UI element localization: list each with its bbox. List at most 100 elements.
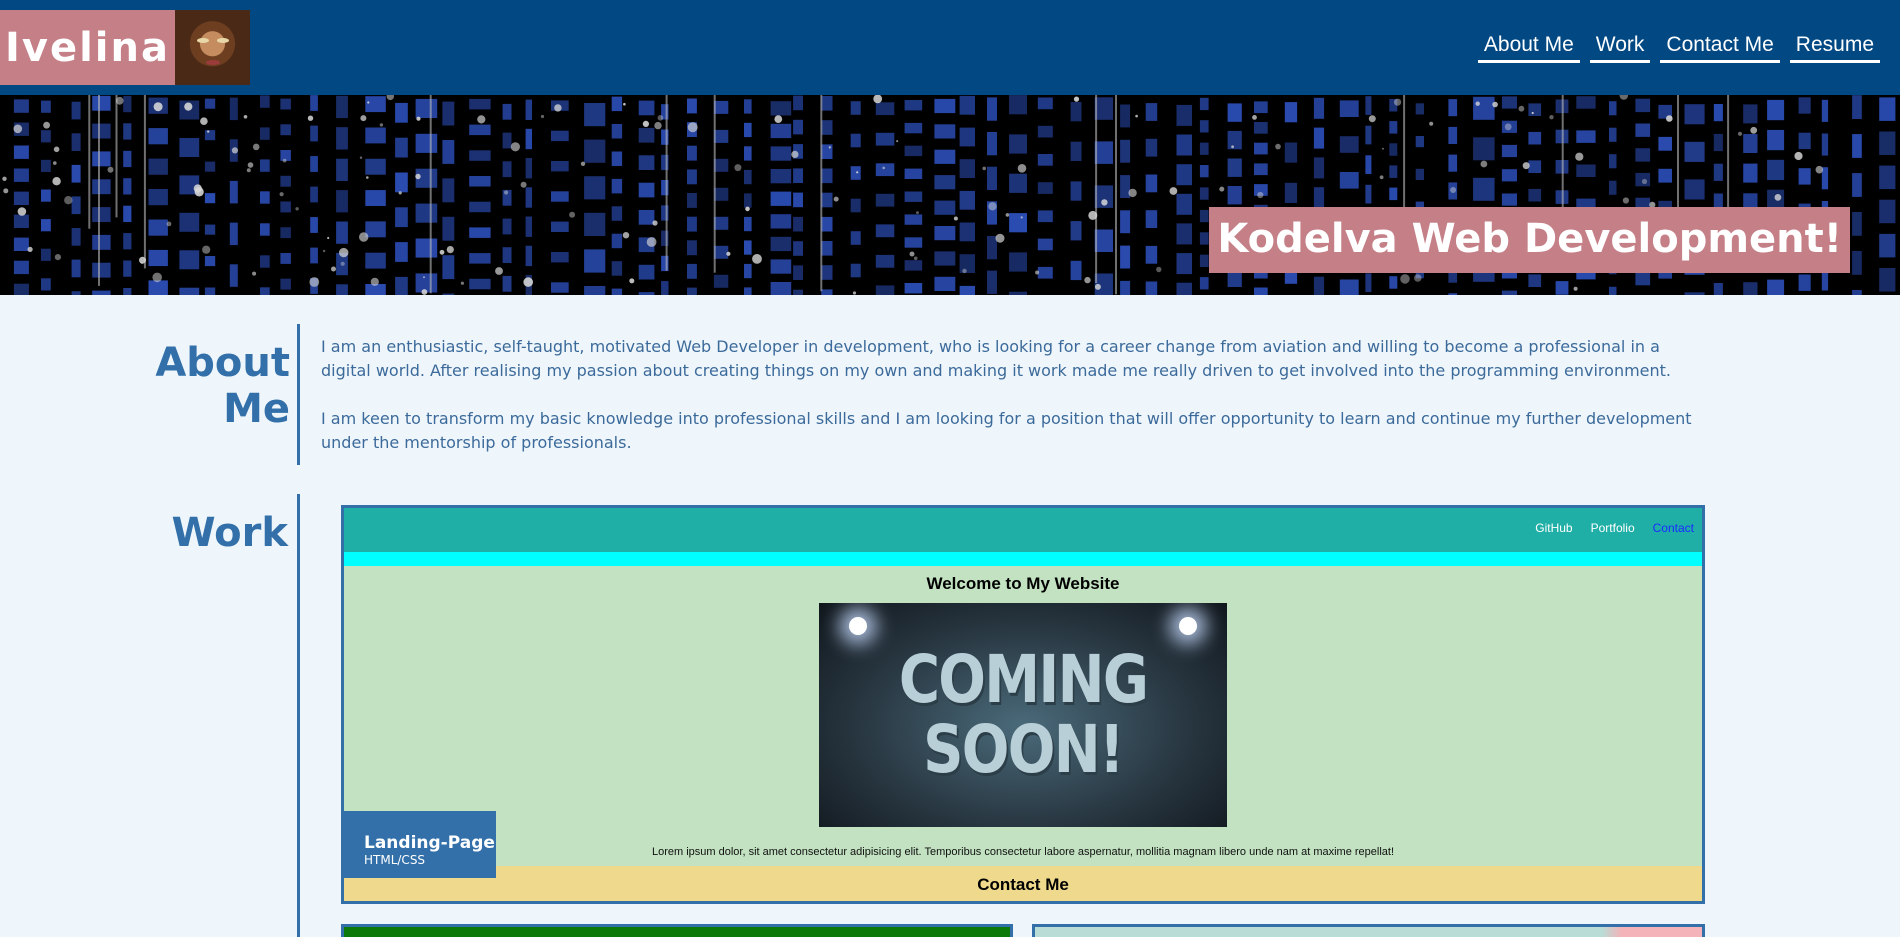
hero-block <box>1339 136 1359 153</box>
main-nav: About Me Work Contact Me Resume <box>1477 32 1880 63</box>
project-badge[interactable]: Landing-Page HTML/CSS <box>344 811 496 878</box>
hero-block <box>875 224 895 238</box>
hero-dot <box>366 176 369 179</box>
hero-block <box>1254 122 1268 134</box>
hero-block <box>92 151 111 167</box>
hero-block <box>959 254 975 273</box>
hero-block <box>611 124 623 139</box>
hero-block <box>260 95 270 108</box>
hero-dot <box>200 117 208 125</box>
nav-contact-me[interactable]: Contact Me <box>1660 32 1780 63</box>
hero-dot <box>152 272 162 283</box>
hero-dot <box>873 95 883 104</box>
hero-block <box>1743 282 1758 295</box>
hero-dot <box>421 289 428 295</box>
hero-block <box>1389 143 1398 156</box>
preview-link-portfolio: Portfolio <box>1590 521 1635 535</box>
hero-block <box>469 227 491 238</box>
preview-heading: Welcome to My Website <box>926 574 1120 593</box>
hero-dot <box>340 261 345 266</box>
hero-block <box>442 101 455 126</box>
hero-block <box>850 166 861 180</box>
hero-dot <box>43 121 50 129</box>
brand-name[interactable]: Ivelina <box>0 10 175 85</box>
preview-link-contact: Contact <box>1652 521 1694 535</box>
hero-block <box>793 95 803 111</box>
hero-block <box>41 189 51 202</box>
hero-block <box>1070 221 1082 241</box>
hero-block <box>744 216 752 232</box>
hero-block <box>1635 271 1651 286</box>
hero-block <box>1576 164 1596 177</box>
hero-dot <box>510 142 520 152</box>
hero-block <box>1145 281 1158 295</box>
hero-block <box>365 221 386 238</box>
hero-block <box>1879 131 1896 155</box>
hero-block <box>13 283 29 295</box>
hero-block <box>987 236 997 260</box>
hero-block <box>638 264 655 280</box>
hero-dot <box>1394 98 1402 106</box>
hero-block <box>41 278 51 291</box>
hero-block <box>1120 245 1131 269</box>
hero-block <box>13 191 29 205</box>
hero-block <box>584 286 606 295</box>
hero-dot <box>416 116 421 121</box>
hero-block <box>1415 103 1424 115</box>
hero-block <box>584 139 606 163</box>
hero-block <box>502 218 512 235</box>
hero-block <box>123 233 132 250</box>
hero-block <box>713 274 729 288</box>
hero-block <box>770 169 792 184</box>
hero-dot <box>115 96 124 105</box>
hero-block <box>92 179 111 195</box>
hero-block <box>638 127 655 143</box>
hero-block <box>1070 260 1082 281</box>
hero-block <box>469 278 491 290</box>
hero-dot <box>207 130 210 133</box>
hero-dot <box>833 196 839 202</box>
hero-block <box>1743 134 1758 153</box>
hero-dot <box>1641 178 1648 185</box>
hero-dot <box>17 207 27 216</box>
hero-dot <box>1252 115 1257 120</box>
preview-lorem: Lorem ipsum dolor, sit amet consectetur … <box>651 846 1395 858</box>
hero-dot <box>1400 274 1410 284</box>
hero-dot <box>1257 191 1264 199</box>
hero-dot <box>322 249 326 253</box>
hero-block <box>744 263 752 279</box>
hero-dot <box>339 247 349 258</box>
hero-block <box>1009 173 1027 193</box>
brand[interactable]: Ivelina <box>0 10 250 85</box>
nav-work[interactable]: Work <box>1589 32 1651 63</box>
hero-block <box>904 100 923 111</box>
hero-block <box>1852 212 1862 236</box>
hero-block <box>229 180 238 204</box>
nav-about-me[interactable]: About Me <box>1477 32 1580 63</box>
hero-dot <box>523 277 533 287</box>
hero-block <box>395 102 408 123</box>
hero-block <box>1767 99 1785 121</box>
project-card-3[interactable] <box>1032 924 1705 937</box>
hero-dot <box>1156 266 1162 273</box>
hero-dot <box>1414 274 1422 282</box>
hero-block <box>525 245 532 267</box>
hero-block <box>713 187 729 201</box>
nav-resume[interactable]: Resume <box>1789 32 1880 63</box>
hero-block <box>770 191 792 206</box>
hero-dot <box>202 245 211 254</box>
hero-block <box>821 241 833 256</box>
hero-dot <box>460 281 464 285</box>
hero-block <box>92 262 111 278</box>
hero-block <box>1743 163 1758 183</box>
avatar-eye-right <box>217 38 229 43</box>
hero-block <box>850 133 861 148</box>
hero-block <box>611 233 623 249</box>
hero-block <box>1037 266 1053 279</box>
project-card-landing-page[interactable]: GitHub Portfolio Contact Welcome to My W… <box>341 505 1705 904</box>
hero-block <box>415 273 438 293</box>
hero-block <box>525 158 532 179</box>
hero-block <box>71 228 81 246</box>
project-card-2[interactable] <box>341 924 1013 937</box>
hero-block <box>1415 168 1424 180</box>
